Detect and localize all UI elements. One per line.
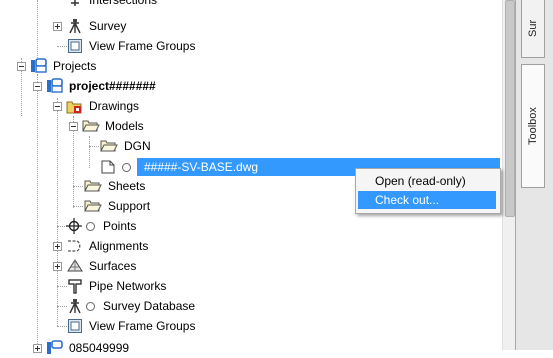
tree-item-pipe-networks[interactable]: Pipe Networks <box>0 276 500 296</box>
collapse-icon[interactable] <box>33 82 42 91</box>
tree-item-surfaces[interactable]: Surfaces <box>0 256 500 276</box>
tree-item-dgn[interactable]: DGN <box>0 136 500 156</box>
tree-item-label: View Frame Groups <box>89 319 196 333</box>
collapse-icon[interactable] <box>53 102 62 111</box>
status-circle-icon <box>86 222 95 231</box>
context-menu: Open (read-only) Check out... <box>355 168 501 214</box>
open-folder-icon <box>84 200 102 212</box>
tab-label: Toolbox <box>527 107 539 145</box>
tree-item-label: Survey Database <box>103 299 196 313</box>
view-frame-icon <box>68 319 82 333</box>
tree-item-points[interactable]: Points <box>0 216 500 236</box>
projects-icon <box>31 58 47 73</box>
tree-item-label: Points <box>103 219 137 233</box>
expand-icon[interactable] <box>33 344 42 353</box>
tree-item-label: Pipe Networks <box>89 279 167 293</box>
view-frame-icon <box>68 39 82 53</box>
tree-item-label: Projects <box>53 59 97 73</box>
project-icon <box>47 78 63 93</box>
menu-item-open-read-only[interactable]: Open (read-only) <box>358 172 496 190</box>
tree-item-label: project####### <box>69 79 156 93</box>
expand-icon[interactable] <box>53 262 62 271</box>
tree-item-label: Surfaces <box>89 259 137 273</box>
tree-item-projects[interactable]: Projects <box>0 56 500 76</box>
tree-item-label: Models <box>105 119 144 133</box>
tree-item-label: DGN <box>124 139 151 153</box>
pipe-network-icon <box>68 279 82 294</box>
tab-toolbox[interactable]: Toolbox <box>521 64 545 188</box>
tree-item-label: Drawings <box>89 99 140 113</box>
tree-item-project[interactable]: project####### <box>0 76 500 96</box>
survey-tripod-icon <box>69 19 81 34</box>
tree-item-label: Alignments <box>89 239 149 253</box>
open-folder-icon <box>100 140 118 152</box>
tree-item-alignments[interactable]: Alignments <box>0 236 500 256</box>
tree-item-survey[interactable]: Survey <box>0 16 500 36</box>
intersection-icon <box>71 0 79 6</box>
tree-item-label: Intersections <box>89 0 158 7</box>
alignment-icon <box>68 240 81 252</box>
tab-label: Sur <box>527 19 539 37</box>
expand-icon[interactable] <box>53 22 62 31</box>
tree-item-label: Support <box>108 199 151 213</box>
tab-survey[interactable]: Sur <box>521 0 545 58</box>
tree-item-intersections[interactable]: Intersections <box>0 0 500 10</box>
tree-item-survey-database[interactable]: Survey Database <box>0 296 500 316</box>
surface-icon <box>67 259 83 272</box>
status-circle-icon <box>122 163 131 172</box>
open-folder-icon <box>84 180 102 192</box>
survey-database-icon <box>69 299 81 314</box>
tree-item-view-frame-groups[interactable]: View Frame Groups <box>0 36 500 56</box>
tree-item-view-frame-groups[interactable]: View Frame Groups <box>0 316 500 336</box>
scrollbar-thumb[interactable] <box>505 0 515 217</box>
tree-item-label: Survey <box>89 19 127 33</box>
open-folder-icon <box>82 120 100 132</box>
side-tab-strip: Sur Toolbox <box>515 0 553 350</box>
expand-icon[interactable] <box>53 242 62 251</box>
drawings-folder-icon <box>66 101 82 114</box>
tree-item-label: View Frame Groups <box>89 39 196 53</box>
tree-item-models[interactable]: Models <box>0 116 500 136</box>
status-circle-icon <box>86 302 95 311</box>
project-icon <box>47 340 63 354</box>
collapse-icon[interactable] <box>17 62 26 71</box>
collapse-icon[interactable] <box>69 122 78 131</box>
menu-item-check-out[interactable]: Check out... <box>358 191 496 209</box>
tree-item-drawings[interactable]: Drawings <box>0 96 500 116</box>
tree-item-label: Sheets <box>108 179 146 193</box>
tree-item-label: 085049999 <box>69 341 130 355</box>
points-icon <box>66 218 82 234</box>
vertical-scrollbar[interactable] <box>502 0 516 350</box>
tree-item-project-2[interactable]: 085049999 <box>0 338 500 358</box>
drawing-file-icon <box>101 160 115 174</box>
